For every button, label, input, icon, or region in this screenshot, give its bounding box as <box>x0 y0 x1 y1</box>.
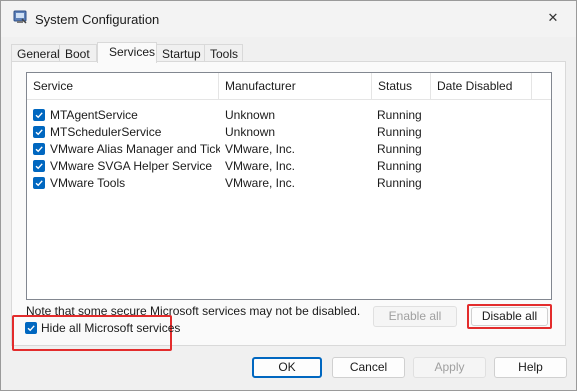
services-panel: Service Manufacturer Status Date Disable… <box>11 61 566 351</box>
tab-services[interactable]: Services <box>97 42 157 63</box>
column-header-date-disabled[interactable]: Date Disabled <box>431 73 532 99</box>
disable-all-button[interactable]: Disable all <box>471 307 548 326</box>
service-row[interactable]: VMware Tools VMware, Inc. Running <box>27 175 551 192</box>
service-name: MTSchedulerService <box>50 125 162 139</box>
service-status: Running <box>377 159 422 173</box>
service-name: VMware Tools <box>50 176 126 190</box>
column-header-service[interactable]: Service <box>27 73 219 99</box>
ok-button[interactable]: OK <box>252 357 322 378</box>
service-checkbox[interactable] <box>33 143 45 155</box>
service-status: Running <box>377 142 422 156</box>
service-status: Running <box>377 125 422 139</box>
service-row[interactable]: VMware SVGA Helper Service VMware, Inc. … <box>27 158 551 175</box>
checkmark-icon <box>35 180 43 187</box>
column-header-manufacturer-label: Manufacturer <box>225 79 296 93</box>
service-status: Running <box>377 176 422 190</box>
tab-boot-label: Boot <box>65 47 90 61</box>
column-header-status[interactable]: Status <box>372 73 431 99</box>
service-checkbox[interactable] <box>33 109 45 121</box>
tab-tools[interactable]: Tools <box>204 44 243 62</box>
msconfig-app-icon <box>13 10 27 24</box>
help-label: Help <box>518 360 543 374</box>
service-manufacturer: VMware, Inc. <box>225 159 296 173</box>
enable-all-button[interactable]: Enable all <box>373 306 457 327</box>
service-row[interactable]: MTSchedulerService Unknown Running <box>27 124 551 141</box>
services-list[interactable]: Service Manufacturer Status Date Disable… <box>26 72 552 300</box>
service-manufacturer: VMware, Inc. <box>225 142 296 156</box>
service-name: VMware SVGA Helper Service <box>50 159 213 173</box>
checkmark-icon <box>35 163 43 170</box>
checkmark-icon <box>35 129 43 136</box>
disable-all-label: Disable all <box>481 309 538 323</box>
checkmark-icon <box>35 146 43 153</box>
close-icon: ✕ <box>547 10 559 25</box>
tab-boot[interactable]: Boot <box>59 44 97 62</box>
tab-tools-label: Tools <box>210 47 239 61</box>
title-bar: System Configuration ✕ <box>1 1 576 37</box>
service-date-disabled <box>437 124 532 141</box>
tab-services-label: Services <box>109 45 156 59</box>
service-name: VMware Alias Manager and Ticke... <box>50 142 220 156</box>
service-manufacturer: Unknown <box>225 108 276 122</box>
cancel-button[interactable]: Cancel <box>332 357 405 378</box>
column-header-manufacturer[interactable]: Manufacturer <box>219 73 372 99</box>
service-manufacturer: VMware, Inc. <box>225 176 296 190</box>
service-checkbox[interactable] <box>33 126 45 138</box>
checkmark-icon <box>35 112 43 119</box>
ok-label: OK <box>278 360 296 374</box>
service-row[interactable]: MTAgentService Unknown Running <box>27 107 551 124</box>
service-checkbox[interactable] <box>33 160 45 172</box>
help-button[interactable]: Help <box>494 357 567 378</box>
service-manufacturer: Unknown <box>225 125 276 139</box>
service-date-disabled <box>437 158 532 175</box>
hide-microsoft-label: Hide all Microsoft services <box>41 321 181 335</box>
service-date-disabled <box>437 175 532 192</box>
apply-label: Apply <box>434 360 465 374</box>
tab-general-label: General <box>17 47 60 61</box>
service-date-disabled <box>437 141 532 158</box>
tab-startup[interactable]: Startup <box>156 44 205 62</box>
cancel-label: Cancel <box>349 360 388 374</box>
apply-button[interactable]: Apply <box>413 357 486 378</box>
service-status: Running <box>377 108 422 122</box>
window-title: System Configuration <box>35 12 160 27</box>
hide-microsoft-checkbox-box[interactable] <box>25 322 37 334</box>
close-button[interactable]: ✕ <box>530 1 576 35</box>
services-list-header: Service Manufacturer Status Date Disable… <box>27 73 551 100</box>
tab-general[interactable]: General <box>11 44 60 62</box>
service-date-disabled <box>437 107 532 124</box>
service-name: MTAgentService <box>50 108 138 122</box>
column-header-service-label: Service <box>33 79 74 93</box>
checkmark-icon <box>27 325 35 332</box>
enable-all-label: Enable all <box>388 309 442 323</box>
column-header-status-label: Status <box>378 79 413 93</box>
tab-startup-label: Startup <box>162 47 201 61</box>
service-row[interactable]: VMware Alias Manager and Ticke... VMware… <box>27 141 551 158</box>
service-checkbox[interactable] <box>33 177 45 189</box>
system-configuration-window: System Configuration ✕ General Boot Serv… <box>0 0 577 391</box>
column-header-date-disabled-label: Date Disabled <box>437 79 513 93</box>
